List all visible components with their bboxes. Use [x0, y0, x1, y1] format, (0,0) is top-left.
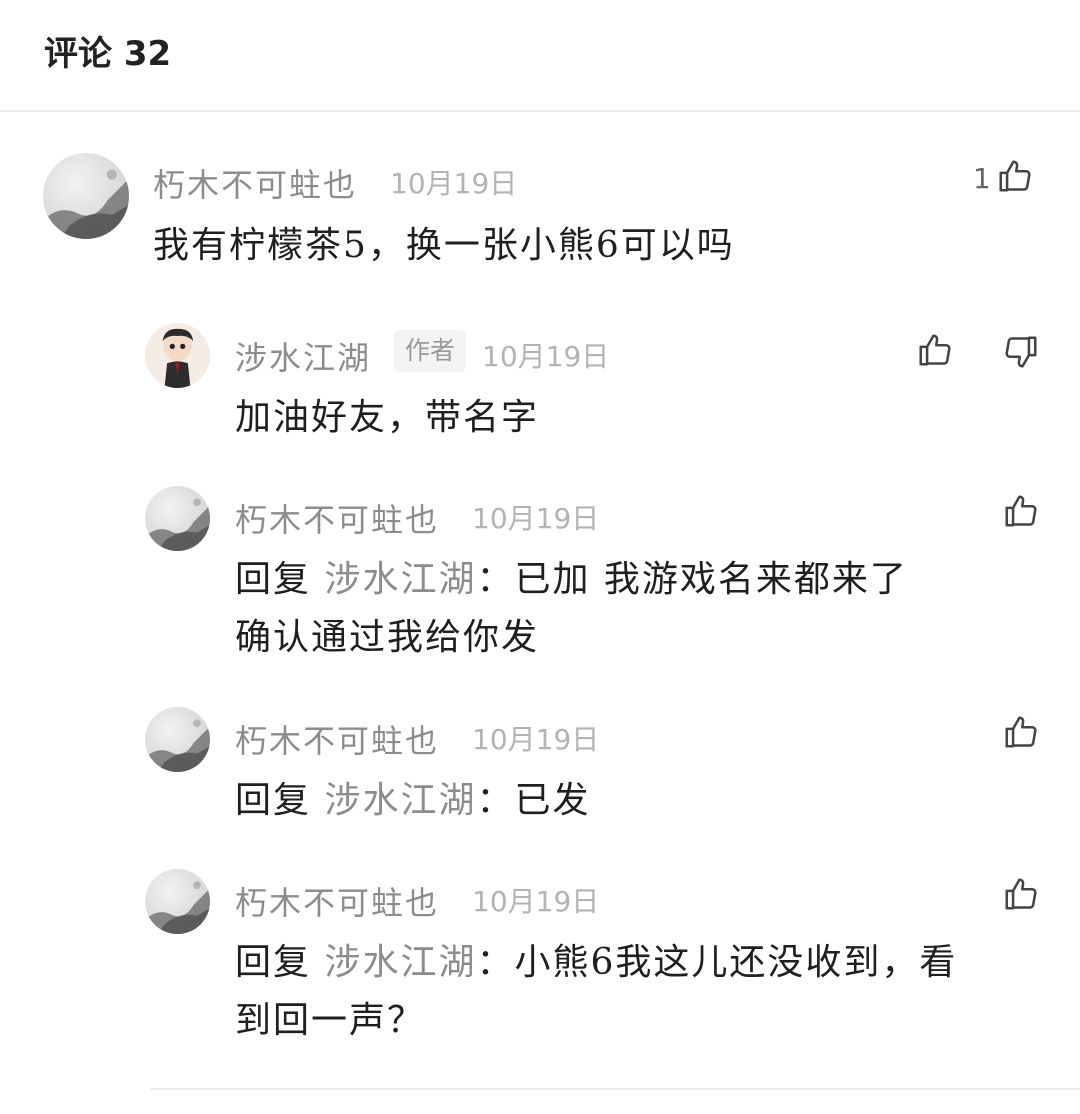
comment-date: 10月19日: [472, 885, 600, 918]
reply-prefix: 回复: [235, 942, 312, 983]
thumbs-up-icon[interactable]: [1002, 492, 1040, 530]
comment-text: 回复 涉水江湖：小熊6我这儿还没收到，看 到回一声？: [235, 934, 1035, 1050]
comments-title: 评论 32: [44, 34, 172, 74]
reply-target-username[interactable]: 涉水江湖: [324, 559, 476, 600]
comments-header: 评论 32: [0, 0, 1080, 112]
avatar[interactable]: [145, 869, 210, 934]
reply-text-line1: ：已发: [476, 780, 591, 821]
comment-text: 回复 涉水江湖：已加 我游戏名来都来了 确认通过我给你发: [235, 551, 1035, 667]
thumbs-up-icon[interactable]: [1002, 875, 1040, 913]
divider: [150, 1088, 1080, 1090]
comment-text: 回复 涉水江湖：已发: [235, 772, 1035, 830]
reply-target-username[interactable]: 涉水江湖: [324, 780, 476, 821]
comment-username[interactable]: 朽木不可蛀也: [235, 878, 439, 924]
comment-date: 10月19日: [390, 167, 518, 200]
thumbs-up-icon[interactable]: [916, 331, 954, 369]
reply-prefix: 回复: [235, 780, 312, 821]
like-count: 1: [973, 162, 991, 195]
thumbs-up-icon[interactable]: [996, 157, 1034, 195]
comment-date: 10月19日: [472, 723, 600, 756]
comment-username[interactable]: 涉水江湖: [235, 333, 371, 379]
avatar[interactable]: [43, 153, 129, 239]
reply-text-line2: 到回一声？: [235, 1000, 426, 1041]
avatar[interactable]: [145, 486, 210, 551]
author-badge: 作者: [394, 330, 467, 372]
comment-username[interactable]: 朽木不可蛀也: [153, 160, 357, 206]
thumbs-up-icon[interactable]: [1002, 713, 1040, 751]
avatar[interactable]: [145, 323, 210, 388]
reply-prefix: 回复: [235, 559, 312, 600]
comment-date: 10月19日: [482, 340, 610, 373]
avatar[interactable]: [145, 707, 210, 772]
reply-text-line1: ：已加 我游戏名来都来了: [476, 559, 908, 600]
comment-username[interactable]: 朽木不可蛀也: [235, 716, 439, 762]
thumbs-down-icon[interactable]: [1002, 333, 1040, 371]
reply-text-line2: 确认通过我给你发: [235, 617, 540, 658]
reply-text-line1: ：小熊6我这儿还没收到，看: [476, 942, 958, 983]
comment-text: 我有柠檬茶5，换一张小熊6可以吗: [153, 225, 735, 266]
comment-date: 10月19日: [472, 502, 600, 535]
comment-text: 加油好友，带名字: [235, 397, 540, 438]
comment-username[interactable]: 朽木不可蛀也: [235, 495, 439, 541]
reply-target-username[interactable]: 涉水江湖: [324, 942, 476, 983]
